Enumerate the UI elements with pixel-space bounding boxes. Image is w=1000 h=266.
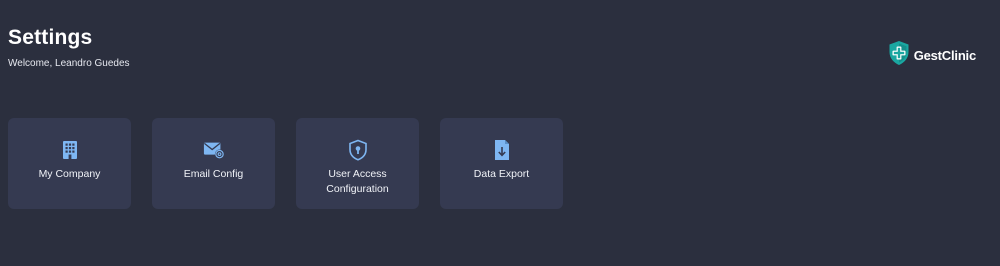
brand-name: GestClinic xyxy=(913,48,976,63)
settings-cards: My Company Email Config User Access Conf… xyxy=(8,118,563,209)
page-title: Settings xyxy=(8,26,93,49)
building-icon xyxy=(59,139,81,161)
card-label: Data Export xyxy=(473,168,530,180)
brand-logo: GestClinic xyxy=(888,40,976,71)
email-config-card[interactable]: Email Config xyxy=(152,118,275,209)
page-header: Settings Welcome, Leandro Guedes xyxy=(8,26,130,70)
file-download-icon xyxy=(491,139,513,161)
envelope-at-icon xyxy=(203,139,225,161)
card-label: Email Config xyxy=(183,168,244,180)
shield-lock-icon xyxy=(347,139,369,161)
user-access-config-card[interactable]: User Access Configuration xyxy=(296,118,419,209)
data-export-card[interactable]: Data Export xyxy=(440,118,563,209)
shield-cross-icon xyxy=(888,40,910,71)
welcome-text: Welcome, Leandro Guedes xyxy=(8,58,130,69)
card-label: My Company xyxy=(38,168,101,180)
my-company-card[interactable]: My Company xyxy=(8,118,131,209)
card-label: User Access Configuration xyxy=(326,168,389,195)
settings-page: Settings Welcome, Leandro Guedes GestCli… xyxy=(0,0,1000,266)
